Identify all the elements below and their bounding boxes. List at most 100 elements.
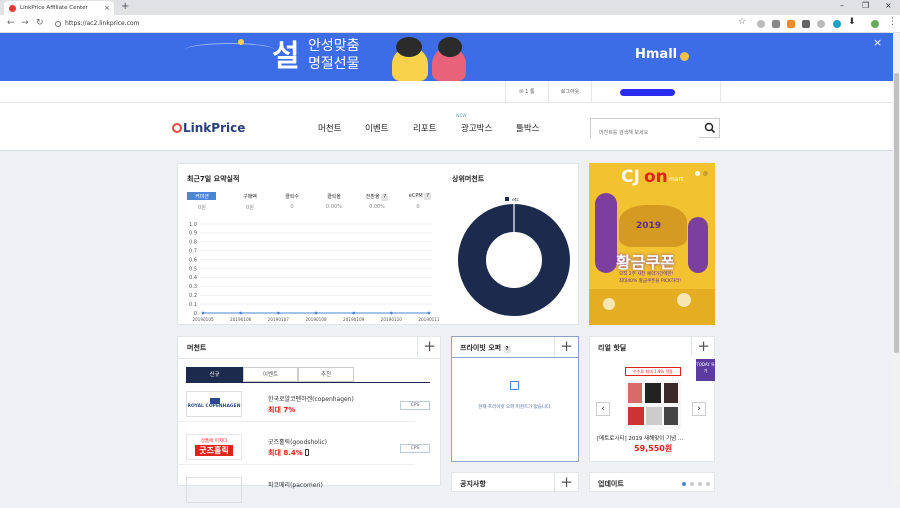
prev-button[interactable]: ‹ (596, 402, 610, 416)
chart-ytick-label: 0.6 (189, 257, 197, 263)
new-tab-button[interactable]: + (121, 1, 129, 12)
back-icon[interactable]: ← (7, 18, 15, 28)
help-icon[interactable]: ? (381, 194, 389, 201)
search-button[interactable] (701, 119, 719, 137)
tab-new[interactable]: 신규 (186, 367, 243, 382)
search-icon (704, 122, 716, 134)
browser-tab[interactable]: LinkPrice Affiliate Center × (4, 1, 114, 15)
star-icon[interactable]: ☆ (738, 17, 746, 27)
merchant-more-button[interactable]: + (417, 337, 441, 357)
info-icon[interactable] (55, 21, 61, 27)
restore-button[interactable]: ❐ (862, 1, 869, 10)
forward-icon[interactable]: → (21, 18, 29, 28)
ad-desc1: 오직 2주 사전 예약가간에만! (619, 272, 674, 277)
box-icon (510, 381, 519, 390)
top-merchant-pie-chart: etc (458, 197, 570, 316)
merchant-row[interactable]: 상품에 미치다 굿즈홀릭 굿즈홀릭(goodsholic) 최대 8.4% CP… (178, 429, 430, 465)
chart-xtick-label: 20190109 (343, 317, 365, 322)
hotdeal-more-button[interactable]: + (691, 337, 715, 357)
linkprice-logo[interactable]: LinkPrice (172, 121, 245, 135)
url-field[interactable]: https://ac2.linkprice.com (55, 17, 755, 31)
tab-recommend[interactable]: 추천 (298, 367, 354, 382)
notice-more-button[interactable]: + (554, 473, 578, 493)
download-icon[interactable]: ⬇ (848, 17, 856, 27)
carousel-dot[interactable] (706, 482, 710, 486)
extension-icon[interactable] (787, 20, 795, 28)
nav-event[interactable]: 이벤트 (365, 122, 388, 134)
carousel-dot[interactable] (698, 482, 702, 486)
extension-icon[interactable] (772, 20, 780, 28)
stat-clicks-label[interactable]: 클릭수 (272, 193, 312, 200)
nav-adbox[interactable]: 광고박스 (461, 122, 492, 134)
chart-point (389, 311, 393, 315)
stat-conversion-label[interactable]: 전환율 ? (357, 193, 397, 201)
product-thumb (628, 383, 642, 403)
merchant-title: 머천트 (187, 344, 207, 352)
tab-close-icon[interactable]: × (104, 1, 110, 15)
cps-badge[interactable]: CPS (400, 444, 430, 453)
merchant-rate: 최대 7% (268, 406, 296, 414)
tab-event[interactable]: 이벤트 (243, 367, 298, 382)
carousel-dot[interactable] (682, 482, 686, 486)
ad-headline: 황금쿠폰 (616, 253, 675, 272)
mail-link[interactable]: ✉ 1 통 (505, 81, 548, 103)
nav-report[interactable]: 리포트 (413, 122, 436, 134)
stat-ctr-label[interactable]: 클릭율 (314, 193, 354, 200)
merchant-row[interactable]: 파코메리(pacomeri) (178, 472, 414, 508)
merchant-name[interactable]: 파코메리(pacomeri) (268, 480, 323, 489)
reload-icon[interactable]: ↻ (36, 18, 44, 28)
site-header: LinkPrice 머천트 이벤트 리포트 NEW 광고박스 툴박스 (0, 103, 893, 151)
help-icon[interactable]: ? (424, 193, 432, 200)
product-thumb (646, 407, 662, 425)
utility-bar: ✉ 1 통 로그아웃 (0, 81, 893, 103)
next-button[interactable]: › (692, 402, 706, 416)
banner-close-icon[interactable]: × (873, 36, 882, 49)
chart-xtick-label: 20190110 (381, 317, 403, 322)
decoration-dot (238, 39, 244, 45)
window-close-button[interactable]: × (885, 1, 892, 10)
nav-toolbox[interactable]: 툴박스 (516, 122, 539, 134)
extension-icon[interactable] (757, 20, 765, 28)
help-icon[interactable]: ? (503, 346, 511, 353)
extension-icon[interactable] (833, 20, 841, 28)
merchant-row[interactable]: ROYAL COPENHAGEN 한국로얄코펜하겐(copenhagen) 최대… (178, 386, 430, 422)
merchant-name[interactable]: 굿즈홀릭(goodsholic) (268, 437, 327, 446)
page-scrollbar[interactable] (893, 33, 900, 486)
chart-xtick-label: 20190105 (192, 317, 214, 322)
private-offer-empty: 현재 프라이빗 오퍼 머천트가 없습니다. (478, 405, 552, 410)
chart-ytick-label: 0.9 (189, 231, 197, 237)
carousel-dot[interactable] (703, 171, 708, 176)
divider (452, 357, 578, 358)
cjonmart-ad[interactable]: CJ on mart 2019 황금쿠폰 오직 2주 사전 예약가간에만! 최대… (589, 163, 715, 325)
user-name[interactable] (591, 81, 721, 103)
stat-commission-label[interactable]: 커미션 (182, 193, 222, 200)
lantern-decoration (595, 193, 617, 273)
product-name[interactable]: [메트로시티] 2019 새해맞이 기념 ... (597, 434, 709, 442)
search-input[interactable] (591, 124, 699, 142)
tab-underline (186, 382, 430, 383)
extension-icon[interactable] (802, 20, 810, 28)
merchant-name[interactable]: 한국로얄코펜하겐(copenhagen) (268, 394, 354, 403)
chart-point (239, 311, 243, 315)
stat-purchase-label[interactable]: 구매액 (230, 193, 270, 200)
summary-line-chart: 0 0.1 0.2 0.3 0.4 0.5 0.6 0.7 0.8 0.9 1.0 20190105 2… (189, 222, 440, 322)
carousel-dot[interactable] (690, 482, 694, 486)
logout-link[interactable]: 로그아웃 (548, 81, 591, 103)
stat-ecpm-label[interactable]: eCPM ? (400, 193, 440, 200)
chart-ytick-label: 0.2 (189, 293, 197, 299)
minimize-button[interactable]: – (840, 1, 844, 10)
menu-icon[interactable]: ⋮ (888, 17, 897, 27)
nav-merchant[interactable]: 머천트 (318, 122, 341, 134)
carousel-dot[interactable] (695, 171, 700, 176)
private-offer-more-button[interactable]: + (554, 337, 578, 357)
legend-label: etc (512, 197, 520, 203)
cps-badge[interactable]: CPS (400, 401, 430, 410)
extension-icon[interactable] (817, 20, 825, 28)
commission-badge: 수수료 최대 1.9% 적용 (625, 367, 681, 376)
promo-banner[interactable]: 설 안성맞춤 명절선물 Hmall × (0, 33, 893, 81)
profile-avatar[interactable] (871, 20, 879, 28)
merchant-logo-subtext: 상품에 미치다 (200, 439, 228, 444)
product-image[interactable] (625, 380, 681, 430)
scrollbar-thumb[interactable] (894, 73, 899, 353)
chart-ytick-label: 0.5 (189, 266, 197, 272)
